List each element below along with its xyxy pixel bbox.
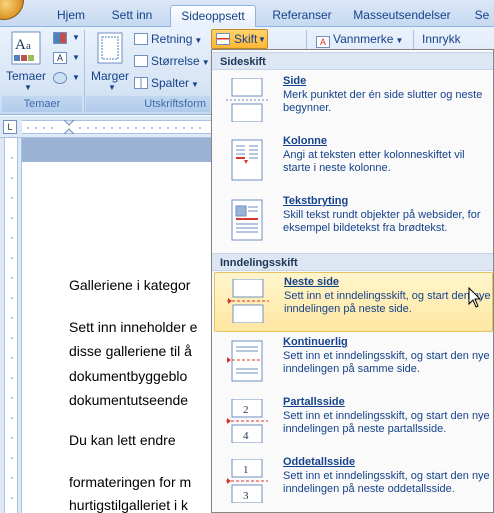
- columns-button[interactable]: Spalter ▼: [134, 76, 199, 90]
- ribbon-tab-bar: Hjem Sett inn Sideoppsett Referanser Mas…: [0, 0, 494, 28]
- menu-item-column-break[interactable]: Kolonne Angi at teksten etter kolonneski…: [214, 132, 493, 192]
- svg-text:1: 1: [243, 464, 249, 476]
- group-divider: [84, 30, 85, 112]
- tab-sett-inn[interactable]: Sett inn: [100, 5, 164, 27]
- margins-button[interactable]: Marger ▼: [89, 29, 131, 93]
- breaks-label: Skift: [234, 32, 258, 46]
- columns-icon: [134, 77, 148, 89]
- themes-label: Temaer: [6, 69, 47, 83]
- document-paragraph: dokumentutseende: [69, 392, 189, 408]
- chevron-down-icon: ▼: [72, 33, 80, 42]
- theme-effects-icon[interactable]: [53, 72, 67, 84]
- breaks-button[interactable]: Skift ▼: [211, 29, 268, 49]
- page-break-icon: [226, 78, 268, 122]
- vertical-ruler-ticks: [11, 157, 13, 499]
- column-break-icon: [231, 139, 263, 181]
- tab-referanser[interactable]: Referanser: [264, 5, 340, 27]
- size-icon: [134, 55, 148, 67]
- document-paragraph: Galleriene i kategor: [69, 277, 191, 293]
- indent-label: Innrykk: [422, 32, 461, 46]
- columns-label: Spalter: [151, 76, 190, 90]
- theme-colors-icon[interactable]: [53, 32, 67, 44]
- chevron-down-icon: ▼: [72, 53, 80, 62]
- menu-section-section-breaks: Inndelingsskift: [212, 253, 493, 271]
- chevron-down-icon: ▼: [395, 36, 404, 45]
- chevron-down-icon: ▼: [201, 58, 210, 67]
- tab-selector-icon[interactable]: L: [3, 120, 17, 134]
- watermark-icon: A: [316, 36, 330, 48]
- breaks-icon: [216, 33, 230, 45]
- tab-hjem[interactable]: Hjem: [48, 5, 94, 27]
- odd-page-break-icon: 1 3: [226, 459, 268, 503]
- tab-se[interactable]: Se: [470, 5, 494, 27]
- themes-button[interactable]: A a Temaer ▼: [6, 29, 46, 93]
- tab-masseutsendelser[interactable]: Masseutsendelser: [346, 5, 458, 27]
- menu-item-page-break[interactable]: Side Merk punktet der én side slutter og…: [214, 72, 493, 132]
- orientation-icon: [134, 33, 148, 45]
- svg-text:a: a: [26, 40, 31, 52]
- menu-item-title: Kolonne: [283, 135, 327, 147]
- chevron-down-icon: ▼: [72, 73, 80, 82]
- even-page-break-icon: 2 4: [226, 399, 268, 443]
- menu-item-description: Sett inn et inndelingsskift, og start de…: [283, 350, 490, 375]
- themes-group-label: Temaer: [2, 96, 82, 112]
- document-paragraph: Sett inn inneholder e: [69, 319, 198, 335]
- chevron-down-icon: ▼: [258, 35, 266, 44]
- menu-item-description: Sett inn et inndelingsskift, og start de…: [283, 410, 490, 435]
- page-setup-group-label: Utskriftsform: [86, 96, 210, 112]
- mouse-cursor-icon: [468, 287, 482, 308]
- document-paragraph: Du kan lett endre: [69, 432, 176, 448]
- svg-text:A: A: [15, 37, 26, 53]
- chevron-down-icon: ▼: [194, 36, 203, 45]
- theme-fonts-icon[interactable]: A: [53, 52, 67, 64]
- margins-label: Marger: [90, 69, 129, 83]
- menu-item-even-page[interactable]: 2 4 Partallsside Sett inn et inndelingss…: [214, 393, 493, 453]
- document-paragraph: formateringen for m: [69, 474, 192, 490]
- menu-section-page-breaks: Sideskift: [212, 52, 493, 70]
- menu-item-description: Angi at teksten etter kolonneskiftet vil…: [283, 149, 465, 174]
- office-button[interactable]: [0, 0, 24, 20]
- svg-text:2: 2: [243, 404, 249, 416]
- margins-icon: [97, 32, 123, 64]
- menu-item-title: Partallsside: [283, 396, 345, 408]
- chevron-down-icon: ▼: [24, 83, 32, 92]
- vertical-ruler-strip: [4, 138, 18, 513]
- themes-icon: A a: [11, 31, 41, 65]
- orientation-label: Retning: [151, 32, 193, 46]
- document-paragraph: dokumentbyggeblo: [69, 368, 188, 384]
- menu-item-description: Merk punktet der én side slutter og nest…: [283, 89, 483, 114]
- document-paragraph: disse galleriene til å: [69, 343, 192, 359]
- menu-item-description: Sett inn et inndelingsskift, og start de…: [284, 290, 491, 315]
- breaks-dropdown-menu: Sideskift Side Merk punktet der én side …: [211, 49, 494, 513]
- menu-item-title: Oddetallsside: [283, 456, 356, 468]
- orientation-button[interactable]: Retning ▼: [134, 32, 202, 46]
- menu-item-description: Skill tekst rundt objekter på websider, …: [283, 209, 481, 234]
- continuous-break-icon: [227, 340, 263, 382]
- text-wrapping-icon: [231, 199, 263, 241]
- menu-item-continuous[interactable]: Kontinuerlig Sett inn et inndelingsskift…: [214, 333, 493, 393]
- document-paragraph: hurtigstilgalleriet i k: [69, 497, 189, 513]
- svg-text:4: 4: [243, 430, 249, 442]
- watermark-label: Vannmerke: [333, 32, 394, 46]
- menu-item-title: Side: [283, 75, 307, 87]
- svg-text:3: 3: [243, 490, 249, 502]
- next-page-break-icon: [227, 279, 269, 323]
- menu-item-title: Kontinuerlig: [283, 336, 348, 348]
- watermark-button[interactable]: A Vannmerke ▼: [316, 32, 403, 48]
- chevron-down-icon: ▼: [108, 83, 116, 92]
- size-label: Størrelse: [151, 54, 200, 68]
- menu-item-title: Tekstbryting: [283, 195, 349, 207]
- menu-item-odd-page[interactable]: 1 3 Oddetallsside Sett inn et inndelings…: [214, 453, 493, 512]
- menu-item-title: Neste side: [284, 276, 340, 288]
- chevron-down-icon: ▼: [191, 80, 199, 89]
- menu-item-description: Sett inn et inndelingsskift, og start de…: [283, 470, 490, 495]
- vertical-ruler: [0, 138, 22, 513]
- ruler-ticks: [27, 127, 201, 129]
- menu-item-text-wrapping-break[interactable]: Tekstbryting Skill tekst rundt objekter …: [214, 192, 493, 252]
- tab-sideoppsett[interactable]: Sideoppsett: [170, 5, 256, 28]
- size-button[interactable]: Størrelse ▼: [134, 54, 210, 68]
- menu-item-next-page[interactable]: Neste side Sett inn et inndelingsskift, …: [214, 272, 493, 332]
